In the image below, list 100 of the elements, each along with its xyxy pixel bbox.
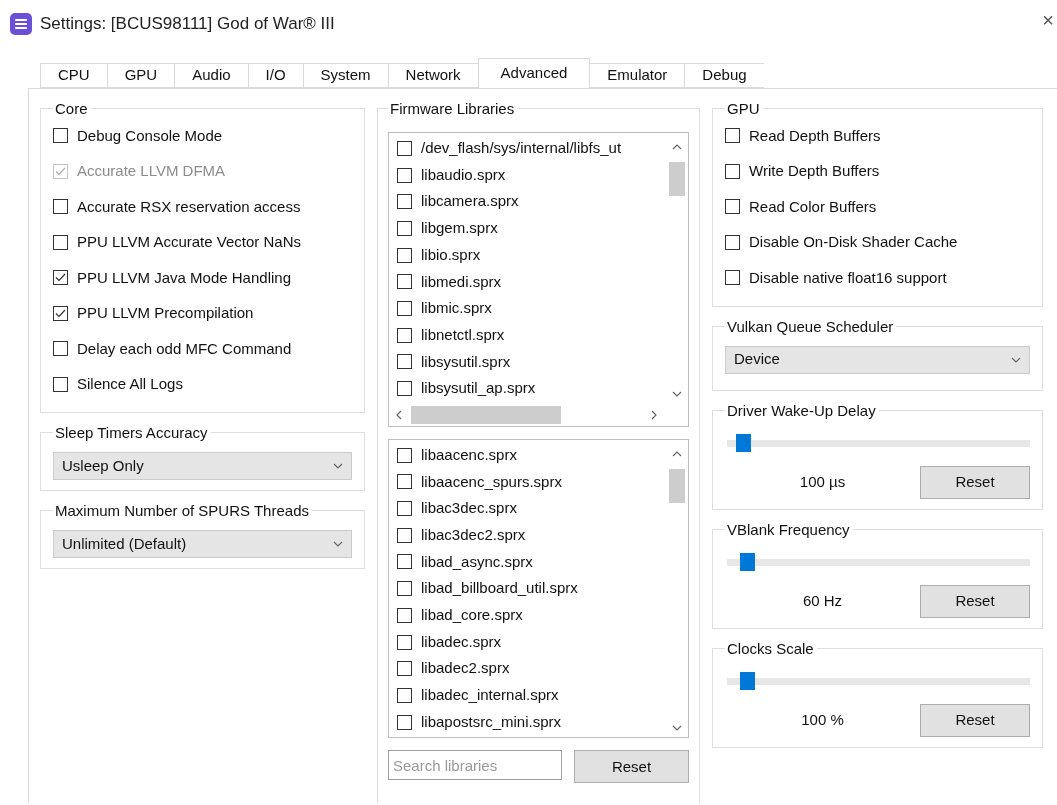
dropdown[interactable]: Device [725, 345, 1030, 374]
checkbox[interactable] [725, 128, 740, 144]
checkbox-label: Disable On-Disk Shader Cache [749, 232, 958, 252]
reset-button[interactable]: Reset [574, 750, 689, 784]
list-item-label: libcamera.sprx [421, 191, 519, 212]
checkbox[interactable] [725, 270, 740, 286]
list-item-label: libac3dec.sprx [421, 498, 517, 519]
close-button[interactable]: × [1042, 10, 1054, 30]
tab[interactable]: Network [387, 63, 478, 88]
list-item-label: libaudio.sprx [421, 164, 506, 185]
checkbox-label: Disable native float16 support [749, 267, 947, 288]
tab[interactable]: Debug [684, 63, 764, 88]
checkbox[interactable] [397, 554, 412, 570]
search-field[interactable]: Search libraries [388, 750, 562, 781]
checkbox[interactable] [397, 194, 412, 210]
checkbox-label: Read Depth Buffers [749, 125, 881, 146]
checkbox-label: Delay each odd MFC Command [77, 338, 292, 359]
checkbox[interactable] [397, 327, 412, 343]
checkbox-label: Silence All Logs [77, 374, 183, 394]
dropdown[interactable]: Usleep Only [53, 452, 352, 480]
group-title: Firmware Libraries [389, 101, 516, 116]
reset-button[interactable]: Reset [920, 703, 1030, 737]
chevron-down-icon [333, 540, 343, 548]
tab[interactable]: GPU [106, 63, 175, 88]
checkbox[interactable] [397, 581, 412, 597]
checkbox-label: Accurate LLVM DFMA [77, 161, 226, 181]
window-title: Settings: [BCUS98111] God of War® III [40, 13, 335, 36]
tab[interactable]: Advanced [477, 58, 591, 88]
list-item-label: libapostsrc_mini.sprx [421, 711, 562, 732]
checkbox[interactable] [53, 270, 68, 286]
tab[interactable]: System [302, 63, 388, 88]
slider-value: 100 µs [798, 471, 847, 492]
checkbox[interactable] [397, 607, 412, 623]
tab[interactable]: Emulator [590, 63, 685, 88]
list-item-label: libnetctl.sprx [421, 324, 505, 345]
checkbox[interactable] [53, 376, 68, 392]
checkbox[interactable] [397, 661, 412, 677]
list-item-label: libadec2.sprx [421, 658, 510, 679]
check-icon [55, 273, 66, 283]
scrollbar-thumb[interactable] [411, 405, 561, 424]
checkbox-label: PPU LLVM Java Mode Handling [77, 267, 291, 288]
checkbox[interactable] [397, 634, 412, 650]
list-item-label: libaacenc.sprx [421, 444, 517, 465]
checkbox[interactable] [53, 128, 68, 144]
list-item-label: libsysutil.sprx [421, 351, 511, 372]
slider-thumb[interactable] [735, 433, 751, 452]
checkbox[interactable] [397, 247, 412, 263]
checkbox[interactable] [397, 447, 412, 463]
checkbox[interactable] [53, 341, 68, 357]
list-item-label: libaacenc_spurs.sprx [421, 471, 562, 492]
checkbox[interactable] [397, 354, 412, 370]
checkbox[interactable] [397, 474, 412, 490]
group-title: Core [54, 101, 89, 116]
list-item-label: libad_billboard_util.sprx [421, 578, 578, 599]
checkbox[interactable] [397, 274, 412, 290]
checkbox[interactable] [397, 220, 412, 236]
checkbox[interactable] [725, 234, 740, 250]
checkbox[interactable] [397, 300, 412, 316]
chevron-left-icon [395, 409, 403, 420]
checkbox[interactable] [397, 527, 412, 543]
checkbox[interactable] [53, 234, 68, 250]
group-title: GPU [726, 101, 761, 116]
chevron-down-icon [333, 462, 343, 470]
list-item-label: libadec_internal.sprx [421, 685, 559, 706]
list-item-label: libsysutil_ap.sprx [421, 378, 536, 399]
list-item-label: libac3dec2.sprx [421, 525, 526, 546]
tab[interactable]: Audio [174, 63, 248, 88]
list-item-label: /dev_flash/sys/internal/libfs_ut [421, 138, 622, 159]
checkbox-label: PPU LLVM Accurate Vector NaNs [77, 232, 301, 252]
checkbox[interactable] [53, 305, 68, 321]
dropdown[interactable]: Unlimited (Default) [53, 530, 352, 558]
list-item-label: libgem.sprx [421, 218, 498, 239]
list-item-label: libmedi.sprx [421, 271, 502, 292]
checkbox[interactable] [725, 199, 740, 215]
slider-thumb[interactable] [739, 671, 755, 690]
reset-button[interactable]: Reset [920, 584, 1030, 618]
checkbox[interactable] [397, 381, 412, 397]
checkbox[interactable] [397, 687, 412, 703]
check-icon [55, 308, 66, 318]
slider-thumb[interactable] [739, 552, 755, 571]
list-item-label: libmic.sprx [421, 298, 492, 319]
group-title: Sleep Timers Accuracy [54, 425, 209, 440]
checkbox[interactable] [397, 140, 412, 156]
checkbox[interactable] [397, 167, 412, 183]
chevron-down-icon [672, 390, 682, 398]
checkbox[interactable] [397, 501, 412, 517]
tab[interactable]: CPU [40, 63, 107, 88]
checkbox[interactable] [725, 163, 740, 179]
group-title: VBlank Frequency [726, 521, 851, 537]
checkbox[interactable] [53, 199, 68, 215]
tab[interactable]: I/O [247, 63, 303, 88]
scrollbar-thumb[interactable] [669, 162, 685, 196]
list-item-label: libad_async.sprx [421, 551, 533, 572]
scrollbar-thumb[interactable] [669, 468, 685, 503]
list-item-label: libad_core.sprx [421, 605, 523, 626]
group-title: Vulkan Queue Scheduler [726, 318, 895, 334]
reset-button[interactable]: Reset [920, 465, 1030, 499]
group-title: Maximum Number of SPURS Threads [54, 503, 310, 518]
checkbox[interactable] [397, 714, 412, 730]
chevron-up-icon [672, 449, 682, 458]
